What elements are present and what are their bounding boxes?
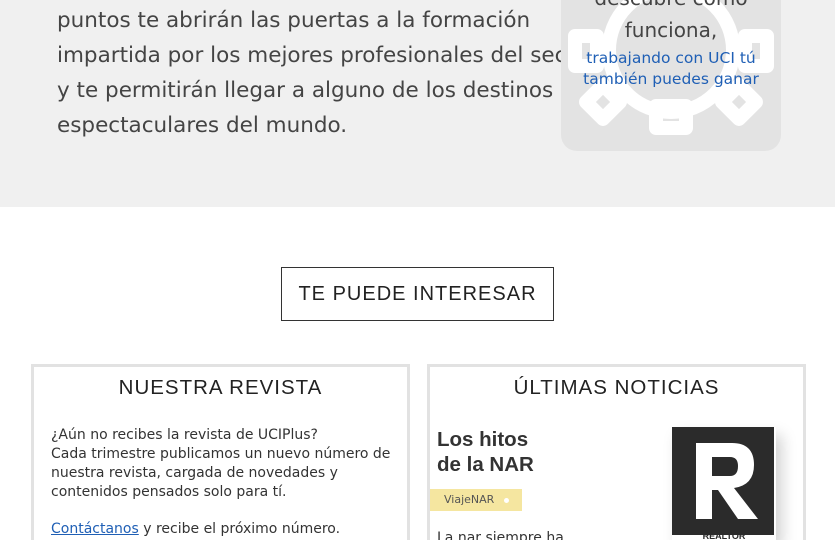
news-category-tag[interactable]: ViajeNAR [430, 489, 522, 511]
news-headline-line: de la NAR [437, 453, 534, 476]
promo-card[interactable]: descubre cómo funciona, trabajando con U… [561, 0, 781, 151]
contact-link[interactable]: Contáctanos [51, 521, 139, 537]
intro-line: impartida por los mejores profesionales … [57, 43, 604, 68]
revista-line: ¿Aún no recibes la revista de UCIPlus? [51, 427, 318, 443]
news-tag-label: ViajeNAR [444, 493, 495, 506]
realtor-logo[interactable]: REALTOR [672, 427, 776, 540]
te-puede-interesar-button[interactable]: TE PUEDE INTERESAR [281, 267, 554, 321]
news-headline[interactable]: Los hitos de la NAR [437, 427, 534, 477]
noticias-card: ÚLTIMAS NOTICIAS Los hitos de la NAR Via… [427, 364, 806, 540]
revista-title: NUESTRA REVISTA [118, 376, 323, 399]
revista-line: contenidos pensados solo para tí. [51, 484, 287, 500]
revista-line: Cada trimestre publicamos un nuevo númer… [51, 446, 391, 462]
noticias-title: ÚLTIMAS NOTICIAS [513, 376, 720, 399]
intro-line: y te permitirán llegar a alguno de los d… [57, 78, 606, 103]
promo-heading: descubre cómo [561, 0, 781, 10]
revista-contact: Contáctanos y recibe el próximo número. [51, 520, 340, 539]
revista-line: nuestra revista, cargada de novedades y [51, 465, 338, 481]
promo-heading: funciona, [624, 18, 718, 42]
promo-subtext-line: trabajando con UCI tú [586, 49, 756, 67]
promo-subtext: trabajando con UCI tú también puedes gan… [561, 48, 781, 90]
intro-line: espectaculares del mundo. [57, 113, 348, 138]
revista-card: NUESTRA REVISTA ¿Aún no recibes la revis… [31, 364, 410, 540]
news-excerpt: La nar siempre ha [437, 530, 564, 540]
intro-line: puntos te abrirán las puertas a la forma… [57, 8, 531, 33]
contact-text: y recibe el próximo número. [138, 521, 341, 537]
revista-description: ¿Aún no recibes la revista de UCIPlus? C… [51, 426, 396, 502]
realtor-logo-text: REALTOR [703, 531, 746, 540]
news-headline-line: Los hitos [437, 428, 529, 451]
promo-subtext-line: también puedes ganar [583, 70, 759, 88]
tag-dot-icon [504, 497, 510, 503]
intro-paragraph: puntos te abrirán las puertas a la forma… [57, 3, 606, 143]
